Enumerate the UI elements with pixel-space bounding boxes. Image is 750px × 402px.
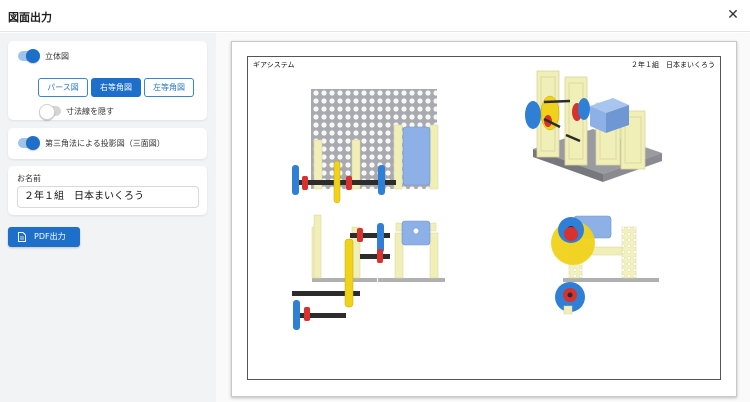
third-angle-label: 第三角法による投影図（三面図）: [45, 139, 165, 148]
front-shaft: [360, 254, 390, 259]
third-angle-toggle[interactable]: [18, 136, 40, 150]
gear-yellow: [333, 160, 341, 204]
ground-line: [563, 278, 659, 282]
side-view: [551, 215, 659, 315]
motor: [402, 126, 431, 186]
solid-view-label: 立体図: [45, 52, 69, 61]
isometric-view: [525, 70, 662, 182]
pdf-export-label: PDF出力: [34, 232, 66, 241]
projection-card: 第三角法による投影図（三面図）: [8, 128, 207, 159]
document-icon: [18, 232, 26, 242]
gear-blue: [292, 165, 299, 195]
front-view: [292, 214, 445, 330]
front-gear-red: [377, 249, 383, 263]
settings-panel: 立体図 パース図 右等角図 左等角図 寸法線を隠す 第三角法による投影図（三面図…: [0, 33, 216, 402]
preview-area: ギアシステム ２年１組 日本まいくろう: [216, 33, 750, 402]
perspective-view-button[interactable]: パース図: [38, 78, 88, 97]
top-view: [292, 89, 439, 204]
side-frame: [621, 226, 637, 279]
front-shaft: [296, 313, 346, 318]
gear-red: [302, 176, 308, 190]
frame-post: [429, 124, 439, 190]
solid-view-card: 立体図 パース図 右等角図 左等角図 寸法線を隠す: [8, 41, 207, 120]
front-frame-post: [313, 214, 322, 279]
frame-post: [393, 124, 403, 190]
left-isometric-button[interactable]: 左等角図: [144, 78, 194, 97]
name-input[interactable]: ２年１組 日本まいくろう: [17, 186, 199, 208]
front-gear-blue: [293, 300, 300, 330]
iso-gear-blue: [578, 98, 590, 120]
front-gear-blue: [377, 223, 384, 253]
iso-shaft: [543, 99, 571, 104]
iso-frame: [564, 76, 588, 166]
gear-red: [346, 176, 352, 190]
right-isometric-button[interactable]: 右等角図: [91, 78, 141, 97]
iso-gear-blue: [525, 101, 541, 129]
pdf-export-button[interactable]: PDF出力: [8, 227, 80, 247]
hide-dimensions-label: 寸法線を隠す: [66, 107, 114, 116]
name-label: お名前: [17, 174, 41, 183]
solid-view-toggle[interactable]: [18, 49, 40, 63]
ground-line: [378, 278, 445, 282]
front-frame-post: [429, 232, 439, 279]
gear-system-drawing: [292, 70, 662, 330]
gear-blue: [378, 165, 385, 195]
front-gear-red: [304, 307, 310, 321]
front-gear-red: [357, 228, 363, 242]
drawing-sheet: ギアシステム ２年１組 日本まいくろう: [231, 41, 737, 397]
dialog-title: 図面出力: [8, 11, 52, 24]
side-gear-red: [564, 227, 578, 241]
front-gear-yellow: [344, 238, 354, 308]
hide-dimensions-toggle[interactable]: [39, 104, 61, 120]
dialog-header: 図面出力 ✕: [0, 0, 750, 32]
name-card: お名前 ２年１組 日本まいくろう: [8, 166, 207, 215]
close-icon[interactable]: ✕: [724, 6, 742, 24]
drawing-frame: ギアシステム ２年１組 日本まいくろう: [247, 56, 721, 380]
ground-line: [312, 278, 377, 282]
